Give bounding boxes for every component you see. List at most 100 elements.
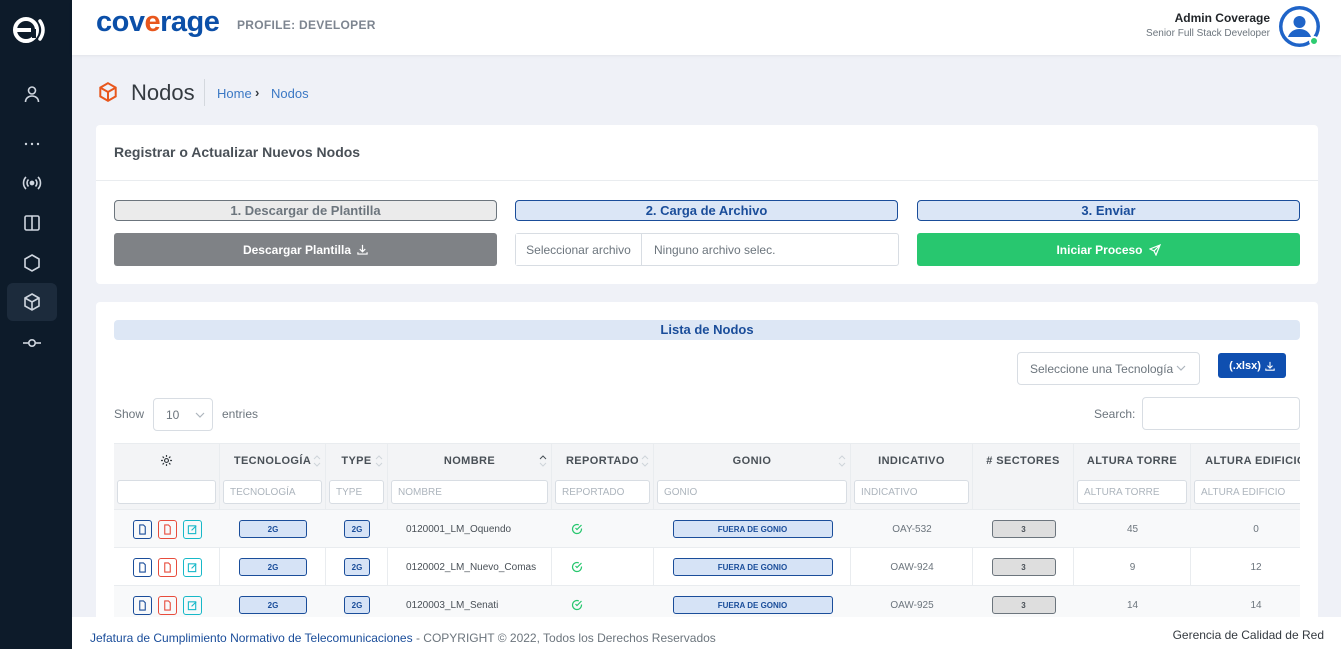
filter-altura-torre-input[interactable]: ALTURA TORRE [1077,480,1187,504]
gonio-badge: FUERA DE GONIO [672,558,833,576]
edit-icon [187,600,197,610]
cell-gonio: FUERA DE GONIO [654,548,851,586]
search-input[interactable] [1142,397,1300,430]
download-icon [357,244,368,255]
start-process-button[interactable]: Iniciar Proceso [917,233,1300,266]
entries-per-page-select[interactable]: 10 [153,398,213,431]
header-altura-torre[interactable]: ALTURA TORRE [1074,443,1190,477]
footer-left: Jefatura de Cumplimiento Normativo de Te… [90,631,716,645]
export-xlsx-label: (.xlsx) [1229,359,1261,372]
register-card: Registrar o Actualizar Nuevos Nodos 1. D… [96,125,1318,284]
step-3-label: 3. Enviar [917,200,1300,221]
sort-asc-icon [539,455,547,467]
online-status-dot [1309,36,1319,46]
show-label: Show [114,407,145,421]
download-icon [1265,361,1275,371]
col-settings-header [114,443,219,477]
filter-altura-torre-cell: ALTURA TORRE [1074,477,1190,510]
cell-indicativo: OAW-924 [890,561,934,573]
header-altura-edificio[interactable]: ALTURA EDIFICIO [1191,443,1300,477]
edit-button[interactable] [182,519,202,539]
send-icon [1148,243,1161,256]
filter-type-cell: TYPE [326,477,387,510]
filter-tecnologia-cell: TECNOLOGÍA [220,477,325,510]
cell-type: 2G [326,510,388,548]
filter-tecnologia-input[interactable]: TECNOLOGÍA [223,480,322,504]
download-template-label: Descargar Plantilla [242,242,352,257]
download-template-button[interactable]: Descargar Plantilla [114,233,497,266]
sidebar-item-broadcast[interactable] [7,164,57,202]
cell-altura-edificio: 0 [1253,523,1259,535]
header-reportado[interactable]: REPORTADO [552,443,653,477]
breadcrumb-current: Nodos [271,86,309,101]
step-2-label: 2. Carga de Archivo [515,200,898,221]
sidebar-item-more[interactable] [7,125,57,163]
header-nombre[interactable]: NOMBRE [388,443,551,477]
tecnologia-badge: 2G [239,596,307,614]
chevron-down-icon [195,412,205,418]
gear-icon[interactable] [160,454,173,467]
file-input[interactable]: Seleccionar archivo Ninguno archivo sele… [515,233,899,266]
filter-actions-input[interactable] [117,480,216,504]
header-sectores[interactable]: # SECTORES [973,443,1073,477]
commit-icon [23,339,41,348]
profile-label: PROFILE: DEVELOPER [237,18,376,32]
entries-label: entries [222,407,259,421]
file-red-icon [163,599,171,611]
user-name: Admin Coverage [1174,11,1270,25]
filter-indicativo-input[interactable]: INDICATIVO [854,480,969,504]
page-title: Nodos [131,80,195,105]
edit-button[interactable] [182,595,202,615]
filter-nombre-input[interactable]: NOMBRE [391,480,548,504]
cell-tecnologia: 2G [220,548,326,586]
cell-gonio: FUERA DE GONIO [654,510,851,548]
sidebar-item-user[interactable] [7,75,57,113]
header-gonio[interactable]: GONIO [654,443,850,477]
brand-logo[interactable]: coverage [96,6,220,39]
filter-altura-edificio-input[interactable]: ALTURA EDIFICIO [1194,480,1300,504]
pdf-button[interactable] [157,557,177,577]
filter-sectores-cell [973,477,1073,510]
breadcrumb-home[interactable]: Home [217,86,252,101]
filter-reportado-input[interactable]: REPORTADO [555,480,650,504]
filter-gonio-cell: GONIO [654,477,850,510]
sidebar-item-nodos[interactable] [7,283,57,321]
footer-link[interactable]: Jefatura de Cumplimiento Normativo de Te… [90,631,413,645]
cell-sectores: 3 [973,510,1074,548]
sidebar-item-commit[interactable] [7,324,57,362]
view-file-button[interactable] [132,557,152,577]
cell-altura-torre: 9 [1129,561,1136,573]
cell-reportado [552,548,602,586]
pdf-button[interactable] [157,519,177,539]
edit-icon [187,524,197,534]
check-circle-icon [571,561,583,573]
file-icon [138,599,146,611]
gonio-badge: FUERA DE GONIO [672,596,833,614]
view-file-button[interactable] [132,519,152,539]
export-xlsx-button[interactable]: (.xlsx) [1218,353,1286,378]
header-indicativo[interactable]: INDICATIVO [851,443,972,477]
sectores-badge: 3 [991,596,1056,614]
register-card-title: Registrar o Actualizar Nuevos Nodos [114,144,361,160]
check-circle-icon [571,523,583,535]
filter-gonio-input[interactable]: GONIO [657,480,847,504]
sidebar-item-columns[interactable] [7,204,57,242]
divider [96,180,1318,181]
sidebar-item-hexagon[interactable] [7,244,57,282]
edit-icon [187,562,197,572]
edit-button[interactable] [182,557,202,577]
file-red-icon [163,561,171,573]
cell-indicativo: OAY-532 [892,523,932,535]
entel-logo-icon[interactable] [10,12,46,48]
columns-icon [24,215,40,231]
technology-select-value: Seleccione una Tecnología [1030,361,1174,376]
filter-type-input[interactable]: TYPE [329,480,384,504]
pdf-button[interactable] [157,595,177,615]
nodes-list-card: Lista de Nodos Seleccione una Tecnología… [96,302,1318,632]
view-file-button[interactable] [132,595,152,615]
select-file-button[interactable]: Seleccionar archivo [516,234,642,265]
technology-select[interactable]: Seleccione una Tecnología [1017,352,1200,385]
box-icon [24,293,40,311]
header-tecnologia[interactable]: TECNOLOGÍA [220,443,325,477]
header-type[interactable]: TYPE [326,443,387,477]
